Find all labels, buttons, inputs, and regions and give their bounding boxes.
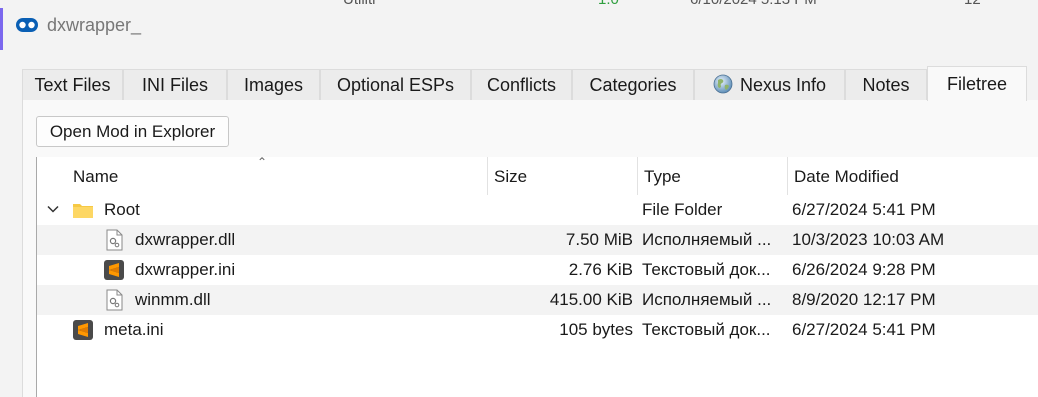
tab-nexus-info[interactable]: Nexus Info bbox=[694, 69, 845, 100]
file-size: 105 bytes bbox=[559, 320, 633, 339]
background-window-fragment: Utiliti 1.0 6/10/2024 5:13 PM 12 bbox=[0, 0, 1038, 8]
tab-conflicts[interactable]: Conflicts bbox=[471, 69, 572, 100]
file-date-modified: 6/26/2024 9:28 PM bbox=[792, 260, 936, 279]
column-header-name[interactable]: Name bbox=[37, 157, 488, 195]
file-name: dxwrapper.dll bbox=[135, 230, 236, 249]
file-name: meta.ini bbox=[104, 320, 164, 339]
file-size bbox=[488, 195, 633, 225]
sublime-text-icon bbox=[73, 320, 93, 340]
file-size: 2.76 KiB bbox=[568, 260, 633, 279]
tree-row-winmm-dll[interactable]: winmm.dll 415.00 KiB Исполняемый ... 8/9… bbox=[37, 285, 1038, 315]
dll-file-icon bbox=[106, 229, 123, 251]
tree-row-root[interactable]: Root File Folder 6/27/2024 5:41 PM bbox=[37, 195, 1038, 225]
tab-categories[interactable]: Categories bbox=[572, 69, 694, 100]
file-name: Root bbox=[104, 200, 140, 219]
file-type: File Folder bbox=[642, 200, 723, 219]
file-type: Исполняемый ... bbox=[642, 290, 772, 309]
file-date-modified: 6/27/2024 5:41 PM bbox=[792, 200, 936, 219]
tab-nexus-info-label: Nexus Info bbox=[739, 75, 827, 95]
file-date-modified: 10/3/2023 10:03 AM bbox=[792, 230, 945, 249]
file-type: Исполняемый ... bbox=[642, 230, 772, 249]
column-header-type[interactable]: Type bbox=[638, 157, 788, 195]
chevron-down-icon[interactable] bbox=[46, 202, 60, 216]
window-title: dxwrapper_ bbox=[47, 15, 142, 35]
tree-row-dxwrapper-dll[interactable]: dxwrapper.dll 7.50 MiB Исполняемый ... 1… bbox=[37, 225, 1038, 255]
column-header-size[interactable]: Size bbox=[488, 157, 638, 195]
file-date-modified: 6/27/2024 5:41 PM bbox=[792, 320, 936, 339]
file-tree[interactable]: ⌃ Name Size Type Date Modified Root File… bbox=[36, 157, 1038, 397]
folder-icon bbox=[73, 204, 93, 218]
tree-row-meta-ini[interactable]: meta.ini 105 bytes Текстовый док... 6/27… bbox=[37, 315, 1038, 345]
tab-bar: Text Files INI Files Images Optional ESP… bbox=[22, 66, 1038, 101]
tab-optional-esps[interactable]: Optional ESPs bbox=[320, 69, 471, 100]
file-date-modified: 8/9/2020 12:17 PM bbox=[792, 290, 936, 309]
tab-ini-files[interactable]: INI Files bbox=[123, 69, 227, 100]
tab-filetree[interactable]: Filetree bbox=[927, 66, 1027, 101]
file-type: Текстовый док... bbox=[642, 320, 771, 339]
tab-images[interactable]: Images bbox=[227, 69, 320, 100]
column-header-date-modified[interactable]: Date Modified bbox=[788, 157, 1038, 195]
file-size: 415.00 KiB bbox=[549, 290, 633, 309]
file-size: 7.50 MiB bbox=[565, 230, 633, 249]
tab-text-files[interactable]: Text Files bbox=[22, 69, 123, 100]
globe-icon bbox=[713, 74, 733, 94]
tree-row-dxwrapper-ini[interactable]: dxwrapper.ini 2.76 KiB Текстовый док... … bbox=[37, 255, 1038, 285]
app-icon bbox=[16, 18, 38, 32]
file-type: Текстовый док... bbox=[642, 260, 771, 279]
title-bar: dxwrapper_ bbox=[3, 8, 1038, 46]
open-mod-in-explorer-button[interactable]: Open Mod in Explorer bbox=[36, 116, 229, 147]
file-name: winmm.dll bbox=[135, 290, 211, 309]
sublime-text-icon bbox=[104, 260, 124, 280]
tab-notes[interactable]: Notes bbox=[845, 69, 927, 100]
dll-file-icon bbox=[106, 289, 123, 311]
file-name: dxwrapper.ini bbox=[135, 260, 236, 279]
